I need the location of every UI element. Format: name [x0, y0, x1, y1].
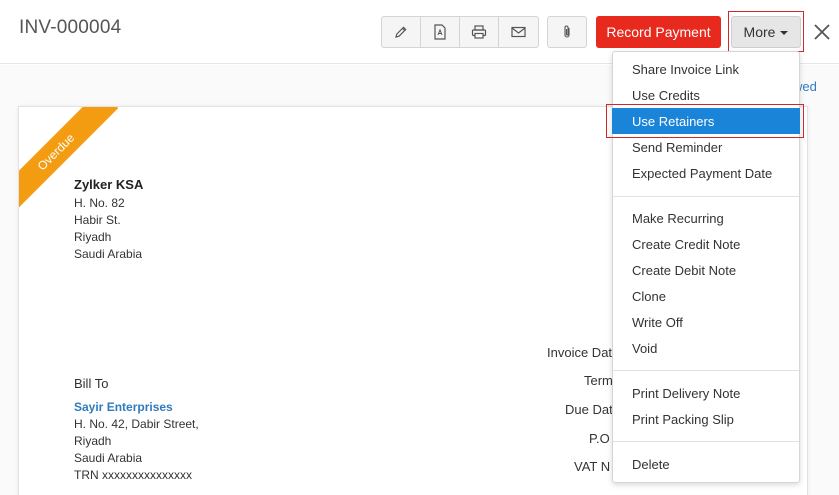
caret-down-icon — [780, 31, 789, 35]
menu-item-send-reminder[interactable]: Send Reminder — [613, 135, 799, 159]
customer-address-line: Saudi Arabia — [74, 451, 143, 465]
attachment-button[interactable] — [547, 16, 587, 48]
menu-item-expected-payment-date[interactable]: Expected Payment Date — [613, 161, 799, 185]
close-icon — [814, 24, 830, 40]
bill-to-label: Bill To — [74, 376, 109, 391]
menu-divider — [613, 441, 799, 442]
menu-item-create-credit-note[interactable]: Create Credit Note — [613, 232, 799, 256]
pencil-icon — [395, 26, 407, 38]
terms-label: Term — [584, 373, 613, 388]
edit-button[interactable] — [382, 17, 421, 47]
menu-item-delete[interactable]: Delete — [613, 452, 799, 476]
pdf-button[interactable] — [421, 17, 460, 47]
print-button[interactable] — [460, 17, 499, 47]
paperclip-icon — [564, 25, 570, 38]
menu-item-print-packing-slip[interactable]: Print Packing Slip — [613, 407, 799, 431]
menu-divider — [613, 370, 799, 371]
printer-icon — [471, 25, 487, 39]
due-date-label: Due Dat — [565, 402, 613, 417]
selected-item-highlight — [606, 104, 804, 138]
menu-item-create-debit-note[interactable]: Create Debit Note — [613, 258, 799, 282]
customer-address-line: TRN xxxxxxxxxxxxxxx — [74, 468, 192, 482]
organization-address-line: Riyadh — [74, 230, 112, 244]
organization-name: Zylker KSA — [74, 177, 144, 192]
menu-item-write-off[interactable]: Write Off — [613, 310, 799, 334]
vat-number-label: VAT N — [574, 459, 611, 474]
organization-address-line: Habir St. — [74, 213, 121, 227]
record-payment-button[interactable]: Record Payment — [596, 16, 721, 48]
po-label: P.O — [589, 431, 610, 446]
menu-item-clone[interactable]: Clone — [613, 284, 799, 308]
email-button[interactable] — [499, 17, 538, 47]
more-button-label: More — [743, 24, 776, 40]
menu-item-print-delivery-note[interactable]: Print Delivery Note — [613, 381, 799, 405]
pdf-icon — [434, 24, 446, 40]
close-button[interactable] — [812, 22, 832, 42]
customer-address-line: Riyadh — [74, 434, 112, 448]
menu-item-make-recurring[interactable]: Make Recurring — [613, 206, 799, 230]
action-icon-bar — [381, 16, 539, 48]
customer-name-link[interactable]: Sayir Enterprises — [74, 400, 173, 414]
invoice-date-label: Invoice Dat — [547, 345, 613, 360]
menu-item-share-invoice-link[interactable]: Share Invoice Link — [613, 57, 799, 81]
organization-address-line: Saudi Arabia — [74, 247, 143, 261]
invoice-number-title: INV-000004 — [19, 17, 122, 38]
organization-address-line: H. No. 82 — [74, 196, 125, 210]
menu-item-void[interactable]: Void — [613, 336, 799, 360]
mail-icon — [511, 26, 526, 38]
menu-divider — [613, 196, 799, 197]
customer-address-line: H. No. 42, Dabir Street, — [74, 417, 199, 431]
more-button[interactable]: More — [731, 16, 801, 48]
